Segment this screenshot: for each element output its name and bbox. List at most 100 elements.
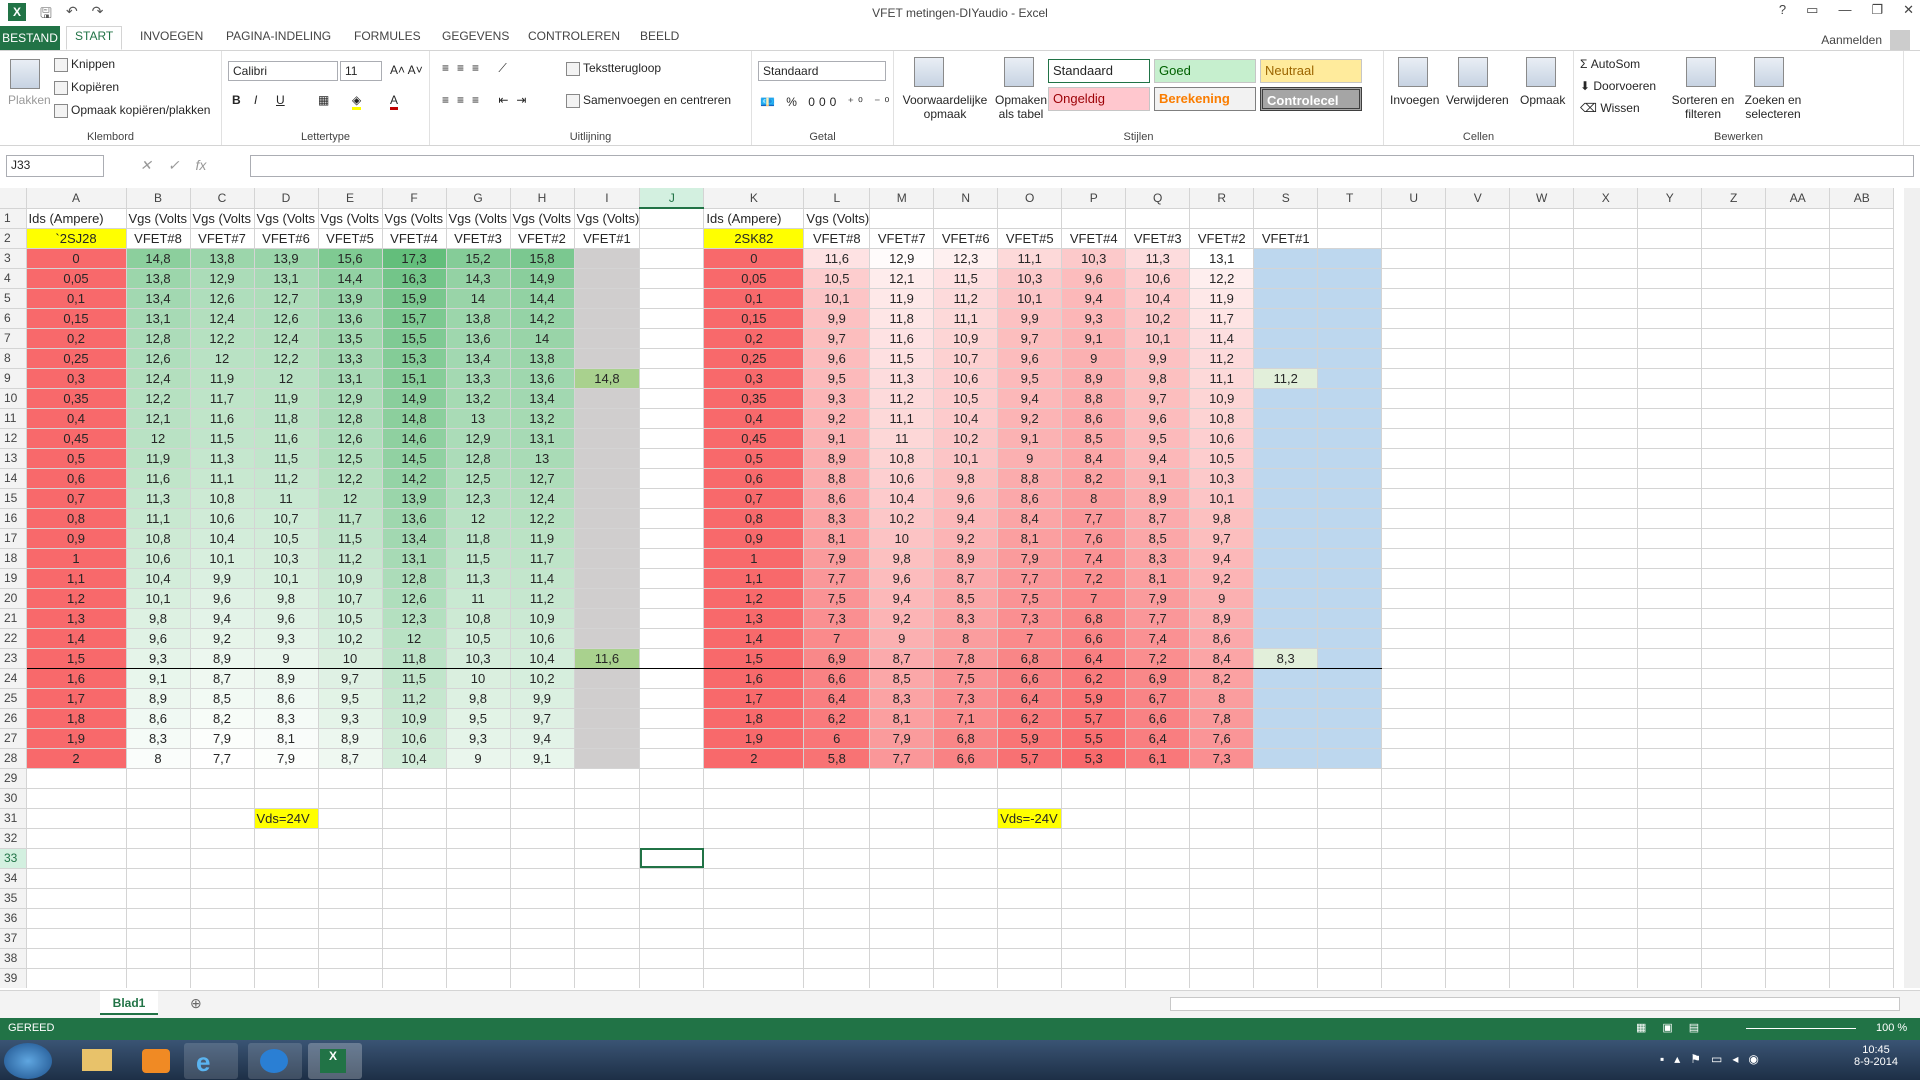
cell-D22[interactable]: 9,3 [254, 628, 319, 649]
cell-S10[interactable] [1253, 388, 1319, 409]
cell-X27[interactable] [1573, 728, 1639, 749]
cell-T6[interactable] [1317, 308, 1383, 329]
cell-W20[interactable] [1509, 588, 1575, 609]
cell-H5[interactable]: 14,4 [510, 288, 575, 309]
cell-D1[interactable]: Vgs (Volts [254, 208, 319, 229]
cell-L28[interactable]: 5,8 [803, 748, 871, 769]
cell-P4[interactable]: 9,6 [1061, 268, 1127, 289]
cell-X38[interactable] [1573, 948, 1639, 969]
cell-G12[interactable]: 12,9 [446, 428, 511, 449]
cell-H38[interactable] [510, 948, 575, 969]
paste-icon[interactable] [10, 59, 40, 89]
cell-N13[interactable]: 10,1 [933, 448, 999, 469]
cell-O19[interactable]: 7,7 [997, 568, 1063, 589]
cell-K10[interactable]: 0,35 [703, 388, 805, 409]
cell-R35[interactable] [1189, 888, 1255, 909]
cell-Z15[interactable] [1701, 488, 1767, 509]
cell-F5[interactable]: 15,9 [382, 288, 447, 309]
cell-C18[interactable]: 10,1 [190, 548, 255, 569]
cell-C14[interactable]: 11,1 [190, 468, 255, 489]
tab-formulas[interactable]: FORMULES [354, 29, 421, 43]
cell-P17[interactable]: 7,6 [1061, 528, 1127, 549]
cell-A28[interactable]: 2 [26, 748, 127, 769]
cell-C31[interactable] [190, 808, 255, 829]
cell-M15[interactable]: 10,4 [869, 488, 935, 509]
cell-Y33[interactable] [1637, 848, 1703, 869]
cell-W39[interactable] [1509, 968, 1575, 988]
cell-Z12[interactable] [1701, 428, 1767, 449]
cell-C9[interactable]: 11,9 [190, 368, 255, 389]
cell-P1[interactable] [1061, 208, 1127, 229]
cell-Z34[interactable] [1701, 868, 1767, 889]
cell-D36[interactable] [254, 908, 319, 929]
cell-X39[interactable] [1573, 968, 1639, 988]
cell-H25[interactable]: 9,9 [510, 688, 575, 709]
cell-N1[interactable] [933, 208, 999, 229]
cell-K21[interactable]: 1,3 [703, 608, 805, 629]
cell-O32[interactable] [997, 828, 1063, 849]
cell-V5[interactable] [1445, 288, 1511, 309]
cell-C15[interactable]: 10,8 [190, 488, 255, 509]
cell-I17[interactable] [574, 528, 641, 549]
cell-F33[interactable] [382, 848, 447, 869]
cell-G20[interactable]: 11 [446, 588, 511, 609]
cell-D26[interactable]: 8,3 [254, 708, 319, 729]
cell-Z6[interactable] [1701, 308, 1767, 329]
cell-W30[interactable] [1509, 788, 1575, 809]
cell-B15[interactable]: 11,3 [126, 488, 191, 509]
cell-D31[interactable]: Vds=24V [254, 808, 319, 829]
cell-M32[interactable] [869, 828, 935, 849]
cell-R10[interactable]: 10,9 [1189, 388, 1255, 409]
cell-AB9[interactable] [1829, 368, 1895, 389]
cell-AB37[interactable] [1829, 928, 1895, 949]
cell-B11[interactable]: 12,1 [126, 408, 191, 429]
cell-AA11[interactable] [1765, 408, 1831, 429]
paste-button[interactable]: Plakken [8, 93, 51, 107]
cell-U34[interactable] [1381, 868, 1447, 889]
cell-W29[interactable] [1509, 768, 1575, 789]
cell-E8[interactable]: 13,3 [318, 348, 383, 369]
cell-V27[interactable] [1445, 728, 1511, 749]
cell-O35[interactable] [997, 888, 1063, 909]
column-header[interactable]: U [1381, 188, 1447, 209]
cell-Q29[interactable] [1125, 768, 1191, 789]
cell-AA27[interactable] [1765, 728, 1831, 749]
cell-R6[interactable]: 11,7 [1189, 308, 1255, 329]
cell-G37[interactable] [446, 928, 511, 949]
cell-H7[interactable]: 14 [510, 328, 575, 349]
view-mode-icons[interactable]: ▦▣▤ [1636, 1021, 1715, 1034]
style-bad[interactable]: Ongeldig [1048, 87, 1150, 111]
cell-P25[interactable]: 5,9 [1061, 688, 1127, 709]
cell-V10[interactable] [1445, 388, 1511, 409]
cell-Z8[interactable] [1701, 348, 1767, 369]
formula-input[interactable] [250, 155, 1914, 177]
cell-X23[interactable] [1573, 648, 1639, 669]
cell-AB16[interactable] [1829, 508, 1895, 529]
cell-O36[interactable] [997, 908, 1063, 929]
cell-U8[interactable] [1381, 348, 1447, 369]
cell-AB15[interactable] [1829, 488, 1895, 509]
cell-S39[interactable] [1253, 968, 1319, 988]
cell-I39[interactable] [574, 968, 641, 988]
cell-B3[interactable]: 14,8 [126, 248, 191, 269]
cell-B30[interactable] [126, 788, 191, 809]
cell-X11[interactable] [1573, 408, 1639, 429]
cell-B8[interactable]: 12,6 [126, 348, 191, 369]
cell-N35[interactable] [933, 888, 999, 909]
cell-AA9[interactable] [1765, 368, 1831, 389]
cell-P2[interactable]: VFET#4 [1061, 228, 1127, 249]
cell-L18[interactable]: 7,9 [803, 548, 871, 569]
cell-G39[interactable] [446, 968, 511, 988]
cell-G6[interactable]: 13,8 [446, 308, 511, 329]
cell-E22[interactable]: 10,2 [318, 628, 383, 649]
cell-L33[interactable] [803, 848, 871, 869]
cell-E12[interactable]: 12,6 [318, 428, 383, 449]
cell-S30[interactable] [1253, 788, 1319, 809]
cell-J17[interactable] [639, 528, 705, 549]
cell-T7[interactable] [1317, 328, 1383, 349]
cell-AB13[interactable] [1829, 448, 1895, 469]
cell-I33[interactable] [574, 848, 641, 869]
cell-D35[interactable] [254, 888, 319, 909]
cell-Y31[interactable] [1637, 808, 1703, 829]
cell-I18[interactable] [574, 548, 641, 569]
